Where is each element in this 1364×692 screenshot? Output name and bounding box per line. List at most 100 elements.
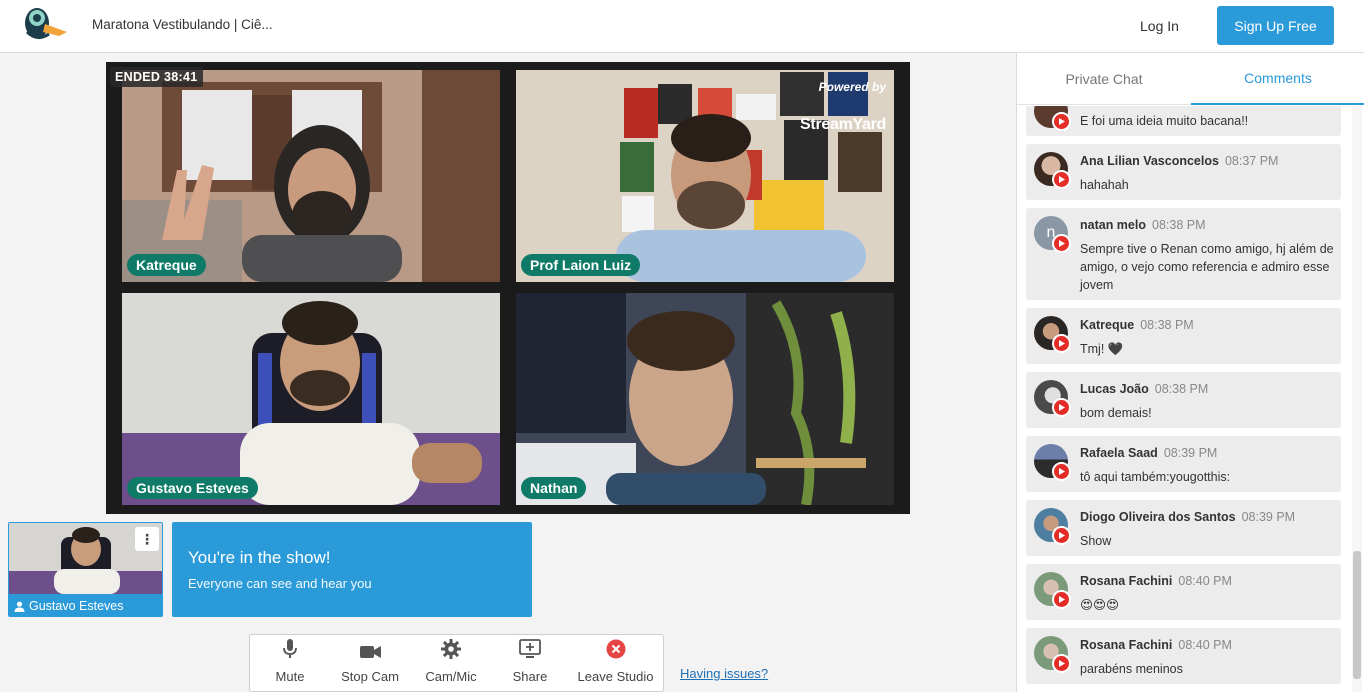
screen-share-icon	[519, 637, 541, 659]
video-tile-katreque: Katreque	[122, 70, 500, 282]
author-name: Rosana Fachini	[1080, 638, 1173, 652]
participant-nameplate: Nathan	[521, 477, 587, 499]
stop-cam-label: Stop Cam	[341, 669, 399, 684]
comment-item: n natan melo 08:38 PM Sempre tive o Renan…	[1026, 208, 1341, 300]
in-show-heading: You're in the show!	[188, 548, 331, 567]
ended-timer-badge: ENDED 38:41	[110, 67, 203, 87]
youtube-icon	[1052, 334, 1071, 353]
comment-author: Diogo Oliveira dos Santos 08:39 PM	[1080, 510, 1295, 524]
leave-label: Leave Studio	[577, 669, 654, 684]
camera-icon	[359, 637, 381, 659]
participant-nameplate: Katreque	[127, 254, 206, 276]
login-link[interactable]: Log In	[1140, 18, 1179, 34]
video-feed	[122, 293, 500, 505]
cam-mic-settings-button[interactable]: Cam/Mic	[410, 635, 492, 691]
comment-author: natan melo 08:38 PM	[1080, 218, 1206, 232]
comment-message: tô aqui também:yougotthis:	[1080, 470, 1231, 484]
comment-author: Ana Lilian Vasconcelos 08:37 PM	[1080, 154, 1278, 168]
comment-time: 08:39 PM	[1163, 446, 1218, 460]
video-feed	[122, 70, 500, 282]
share-label: Share	[512, 669, 548, 684]
author-name: natan melo	[1080, 218, 1146, 232]
tab-comments[interactable]: Comments	[1191, 53, 1364, 105]
comment-author: Rosana Fachini 08:40 PM	[1080, 574, 1232, 588]
participant-nameplate: Gustavo Esteves	[127, 477, 258, 499]
video-tile-gustavo-esteves: Gustavo Esteves	[122, 293, 500, 505]
author-name: Katreque	[1080, 318, 1135, 332]
comment-author: Lucas João 08:38 PM	[1080, 382, 1208, 396]
comment-time: 08:37 PM	[1224, 154, 1279, 168]
comment-time: 08:39 PM	[1241, 510, 1296, 524]
stage: ENDED 38:41 Katreque Powered by StreamYa…	[106, 62, 910, 514]
comment-time: 08:38 PM	[1154, 382, 1209, 396]
self-name-label: Gustavo Esteves	[14, 599, 124, 613]
youtube-icon	[1052, 526, 1071, 545]
comment-message: Show	[1080, 534, 1112, 548]
comment-item: Rosana Fachini 08:40 PM parabéns meninos	[1026, 628, 1341, 684]
comment-author: Katreque 08:38 PM	[1080, 318, 1194, 332]
comments-list: E foi uma ideia muito bacana!! Ana Lilia…	[1017, 106, 1364, 692]
in-show-subtext: Everyone can see and hear you	[188, 576, 372, 591]
signup-button[interactable]: Sign Up Free	[1217, 6, 1334, 45]
top-bar: Maratona Vestibulando | Ciê... Log In Si…	[0, 0, 1364, 53]
self-preview[interactable]: ⋮ Gustavo Esteves	[8, 522, 163, 617]
powered-by-text: Powered by	[818, 80, 886, 94]
video-tile-prof-laion-luiz: Powered by StreamYard Prof Laion Luiz	[516, 70, 894, 282]
youtube-icon	[1052, 112, 1071, 131]
youtube-icon	[1052, 654, 1071, 673]
comment-item: Katreque 08:38 PM Tmj! 🖤	[1026, 308, 1341, 364]
share-screen-button[interactable]: Share	[492, 635, 568, 691]
youtube-icon	[1052, 462, 1071, 481]
comment-message: bom demais!	[1080, 406, 1152, 420]
comment-item: Ana Lilian Vasconcelos 08:37 PM hahahah	[1026, 144, 1341, 200]
sidebar-tabs: Private Chat Comments	[1017, 53, 1364, 105]
video-tile-nathan: Nathan	[516, 293, 894, 505]
person-icon	[14, 601, 25, 612]
comment-time: 08:40 PM	[1178, 574, 1232, 588]
comment-author: Rafaela Saad 08:39 PM	[1080, 446, 1217, 460]
stop-cam-button[interactable]: Stop Cam	[330, 635, 410, 691]
broadcast-title: Maratona Vestibulando | Ciê...	[92, 17, 273, 32]
comment-message: Tmj! 🖤	[1080, 342, 1124, 356]
brand-watermark: StreamYard	[800, 116, 886, 133]
tab-private-chat[interactable]: Private Chat	[1017, 53, 1191, 105]
leave-studio-button[interactable]: Leave Studio	[568, 635, 663, 691]
youtube-icon	[1052, 170, 1071, 189]
video-feed	[516, 293, 894, 505]
author-name: Lucas João	[1080, 382, 1149, 396]
author-name: Diogo Oliveira dos Santos	[1080, 510, 1236, 524]
comment-message: parabéns meninos	[1080, 662, 1183, 676]
author-name: Ana Lilian Vasconcelos	[1080, 154, 1219, 168]
mute-label: Mute	[275, 669, 305, 684]
comment-item: Rafaela Saad 08:39 PM tô aqui também:youg…	[1026, 436, 1341, 492]
comment-time: 08:38 PM	[1152, 218, 1206, 232]
close-circle-icon	[606, 637, 626, 659]
comment-item: E foi uma ideia muito bacana!!	[1026, 106, 1341, 136]
mute-button[interactable]: Mute	[250, 635, 330, 691]
comment-time: 08:40 PM	[1178, 638, 1232, 652]
in-show-banner: You're in the show! Everyone can see and…	[172, 522, 532, 617]
comment-item: Rosana Fachini 08:40 PM 😍😍😍	[1026, 564, 1341, 620]
comment-message: 😍😍😍	[1080, 598, 1120, 612]
comment-item: Lucas João 08:38 PM bom demais!	[1026, 372, 1341, 428]
cam-mic-label: Cam/Mic	[425, 669, 477, 684]
self-name: Gustavo Esteves	[29, 599, 124, 613]
microphone-icon	[283, 637, 297, 659]
participant-nameplate: Prof Laion Luiz	[521, 254, 641, 276]
comment-message: E foi uma ideia muito bacana!!	[1080, 114, 1249, 128]
comment-author: Rosana Fachini 08:40 PM	[1080, 638, 1232, 652]
self-menu-button[interactable]: ⋮	[135, 527, 159, 551]
chat-sidebar: Private Chat Comments E foi uma ideia mu…	[1016, 53, 1364, 692]
comment-item: Diogo Oliveira dos Santos 08:39 PM Show	[1026, 500, 1341, 556]
having-issues-link[interactable]: Having issues?	[680, 666, 768, 681]
gear-icon	[441, 637, 461, 659]
youtube-icon	[1052, 234, 1071, 253]
streamyard-logo[interactable]	[23, 6, 69, 42]
comments-scrollbar-thumb[interactable]	[1353, 551, 1361, 679]
comment-message: hahahah	[1080, 178, 1129, 192]
youtube-icon	[1052, 398, 1071, 417]
comment-message: Sempre tive o Renan como amigo, hj além …	[1080, 242, 1334, 292]
comment-time: 08:38 PM	[1140, 318, 1194, 332]
author-name: Rafaela Saad	[1080, 446, 1158, 460]
powered-by-watermark: Powered by StreamYard	[800, 80, 886, 134]
